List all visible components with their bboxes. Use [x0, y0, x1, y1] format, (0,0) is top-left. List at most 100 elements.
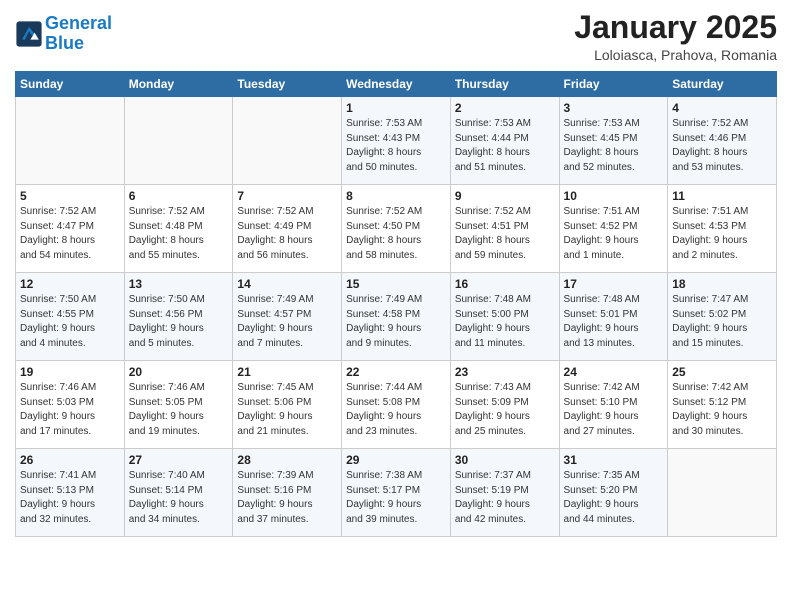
week-row-2: 5 Sunrise: 7:52 AM Sunset: 4:47 PM Daylig…	[16, 185, 777, 273]
calendar-cell: 23Sunrise: 7:43 AM Sunset: 5:09 PM Dayli…	[450, 361, 559, 449]
day-info: Sunrise: 7:48 AM Sunset: 5:00 PM Dayligh…	[455, 293, 555, 351]
calendar-cell: 31 Sunrise: 7:35 AM Sunset: 5:20 PM Dayli…	[559, 449, 668, 537]
calendar-cell: 1 Sunrise: 7:53 AM Sunset: 4:43 PM Daylig…	[342, 97, 451, 185]
logo-line2: Blue	[45, 33, 84, 53]
day-number: 4	[672, 101, 772, 115]
calendar-cell: 8 Sunrise: 7:52 AM Sunset: 4:50 PM Daylig…	[342, 185, 451, 273]
day-number: 24	[564, 365, 664, 379]
calendar-cell: 17 Sunrise: 7:48 AM Sunset: 5:01 PM Dayli…	[559, 273, 668, 361]
logo-line1: General	[45, 13, 112, 33]
calendar-cell: 22 Sunrise: 7:44 AM Sunset: 5:08 PM Dayli…	[342, 361, 451, 449]
day-info: Sunrise: 7:38 AM Sunset: 5:17 PM Dayligh…	[346, 469, 446, 527]
location: Loloiasca, Prahova, Romania	[574, 47, 777, 63]
calendar-cell: 16 Sunrise: 7:48 AM Sunset: 5:00 PM Dayli…	[450, 273, 559, 361]
day-info: Sunrise: 7:49 AM Sunset: 4:58 PM Dayligh…	[346, 293, 446, 351]
day-info: Sunrise: 7:52 AM Sunset: 4:48 PM Dayligh…	[129, 205, 229, 263]
weekday-header-wednesday: Wednesday	[342, 72, 451, 97]
day-info: Sunrise: 7:48 AM Sunset: 5:01 PM Dayligh…	[564, 293, 664, 351]
day-number: 6	[129, 189, 229, 203]
day-info: Sunrise: 7:51 AM Sunset: 4:52 PM Dayligh…	[564, 205, 664, 263]
day-info: Sunrise: 7:52 AM Sunset: 4:46 PM Dayligh…	[672, 117, 772, 175]
day-number: 12	[20, 277, 120, 291]
day-info: Sunrise: 7:45 AM Sunset: 5:06 PM Dayligh…	[237, 381, 337, 439]
day-number: 9	[455, 189, 555, 203]
day-info: Sunrise: 7:52 AM Sunset: 4:47 PM Dayligh…	[20, 205, 120, 263]
week-row-3: 12 Sunrise: 7:50 AM Sunset: 4:55 PM Dayli…	[16, 273, 777, 361]
day-info: Sunrise: 7:42 AM Sunset: 5:12 PM Dayligh…	[672, 381, 772, 439]
day-number: 29	[346, 453, 446, 467]
day-info: Sunrise: 7:42 AM Sunset: 5:10 PM Dayligh…	[564, 381, 664, 439]
weekday-header-tuesday: Tuesday	[233, 72, 342, 97]
calendar-cell: 21Sunrise: 7:45 AM Sunset: 5:06 PM Dayli…	[233, 361, 342, 449]
logo: General Blue	[15, 14, 112, 54]
week-row-1: 1 Sunrise: 7:53 AM Sunset: 4:43 PM Daylig…	[16, 97, 777, 185]
day-number: 5	[20, 189, 120, 203]
week-row-4: 19Sunrise: 7:46 AM Sunset: 5:03 PM Dayli…	[16, 361, 777, 449]
day-info: Sunrise: 7:40 AM Sunset: 5:14 PM Dayligh…	[129, 469, 229, 527]
day-info: Sunrise: 7:39 AM Sunset: 5:16 PM Dayligh…	[237, 469, 337, 527]
month-title: January 2025	[574, 10, 777, 45]
day-info: Sunrise: 7:37 AM Sunset: 5:19 PM Dayligh…	[455, 469, 555, 527]
weekday-header-monday: Monday	[124, 72, 233, 97]
day-number: 31	[564, 453, 664, 467]
title-block: January 2025 Loloiasca, Prahova, Romania	[574, 10, 777, 63]
day-info: Sunrise: 7:52 AM Sunset: 4:51 PM Dayligh…	[455, 205, 555, 263]
day-number: 8	[346, 189, 446, 203]
weekday-header-thursday: Thursday	[450, 72, 559, 97]
calendar-cell: 10 Sunrise: 7:51 AM Sunset: 4:52 PM Dayli…	[559, 185, 668, 273]
weekday-header-sunday: Sunday	[16, 72, 125, 97]
calendar-cell	[233, 97, 342, 185]
calendar-cell: 11Sunrise: 7:51 AM Sunset: 4:53 PM Dayli…	[668, 185, 777, 273]
day-info: Sunrise: 7:35 AM Sunset: 5:20 PM Dayligh…	[564, 469, 664, 527]
calendar-cell: 4 Sunrise: 7:52 AM Sunset: 4:46 PM Daylig…	[668, 97, 777, 185]
weekday-header-row: SundayMondayTuesdayWednesdayThursdayFrid…	[16, 72, 777, 97]
day-info: Sunrise: 7:53 AM Sunset: 4:43 PM Dayligh…	[346, 117, 446, 175]
day-info: Sunrise: 7:50 AM Sunset: 4:55 PM Dayligh…	[20, 293, 120, 351]
day-number: 28	[237, 453, 337, 467]
calendar-cell: 26 Sunrise: 7:41 AM Sunset: 5:13 PM Dayli…	[16, 449, 125, 537]
day-number: 13	[129, 277, 229, 291]
logo-icon	[15, 20, 43, 48]
calendar-cell: 7Sunrise: 7:52 AM Sunset: 4:49 PM Daylig…	[233, 185, 342, 273]
weekday-header-friday: Friday	[559, 72, 668, 97]
calendar-cell: 12 Sunrise: 7:50 AM Sunset: 4:55 PM Dayli…	[16, 273, 125, 361]
day-number: 2	[455, 101, 555, 115]
calendar-cell: 9 Sunrise: 7:52 AM Sunset: 4:51 PM Daylig…	[450, 185, 559, 273]
day-number: 15	[346, 277, 446, 291]
calendar-table: SundayMondayTuesdayWednesdayThursdayFrid…	[15, 71, 777, 537]
day-info: Sunrise: 7:52 AM Sunset: 4:50 PM Dayligh…	[346, 205, 446, 263]
day-info: Sunrise: 7:50 AM Sunset: 4:56 PM Dayligh…	[129, 293, 229, 351]
day-number: 14	[237, 277, 337, 291]
weekday-header-saturday: Saturday	[668, 72, 777, 97]
calendar-cell	[16, 97, 125, 185]
day-info: Sunrise: 7:49 AM Sunset: 4:57 PM Dayligh…	[237, 293, 337, 351]
calendar-cell: 25 Sunrise: 7:42 AM Sunset: 5:12 PM Dayli…	[668, 361, 777, 449]
calendar-cell: 13 Sunrise: 7:50 AM Sunset: 4:56 PM Dayli…	[124, 273, 233, 361]
calendar-cell: 2Sunrise: 7:53 AM Sunset: 4:44 PM Daylig…	[450, 97, 559, 185]
day-number: 11	[672, 189, 772, 203]
day-number: 27	[129, 453, 229, 467]
day-number: 16	[455, 277, 555, 291]
day-number: 22	[346, 365, 446, 379]
calendar-cell	[124, 97, 233, 185]
day-number: 10	[564, 189, 664, 203]
day-info: Sunrise: 7:44 AM Sunset: 5:08 PM Dayligh…	[346, 381, 446, 439]
day-number: 7	[237, 189, 337, 203]
calendar-cell: 18Sunrise: 7:47 AM Sunset: 5:02 PM Dayli…	[668, 273, 777, 361]
day-number: 3	[564, 101, 664, 115]
day-info: Sunrise: 7:41 AM Sunset: 5:13 PM Dayligh…	[20, 469, 120, 527]
page-header: General Blue January 2025 Loloiasca, Pra…	[15, 10, 777, 63]
day-number: 17	[564, 277, 664, 291]
calendar-cell: 5 Sunrise: 7:52 AM Sunset: 4:47 PM Daylig…	[16, 185, 125, 273]
day-info: Sunrise: 7:43 AM Sunset: 5:09 PM Dayligh…	[455, 381, 555, 439]
calendar-cell: 6 Sunrise: 7:52 AM Sunset: 4:48 PM Daylig…	[124, 185, 233, 273]
calendar-cell: 3Sunrise: 7:53 AM Sunset: 4:45 PM Daylig…	[559, 97, 668, 185]
calendar-cell: 28 Sunrise: 7:39 AM Sunset: 5:16 PM Dayli…	[233, 449, 342, 537]
day-info: Sunrise: 7:46 AM Sunset: 5:03 PM Dayligh…	[20, 381, 120, 439]
calendar-cell: 30Sunrise: 7:37 AM Sunset: 5:19 PM Dayli…	[450, 449, 559, 537]
day-number: 26	[20, 453, 120, 467]
day-number: 25	[672, 365, 772, 379]
day-number: 1	[346, 101, 446, 115]
day-info: Sunrise: 7:46 AM Sunset: 5:05 PM Dayligh…	[129, 381, 229, 439]
logo-text: General Blue	[45, 14, 112, 54]
